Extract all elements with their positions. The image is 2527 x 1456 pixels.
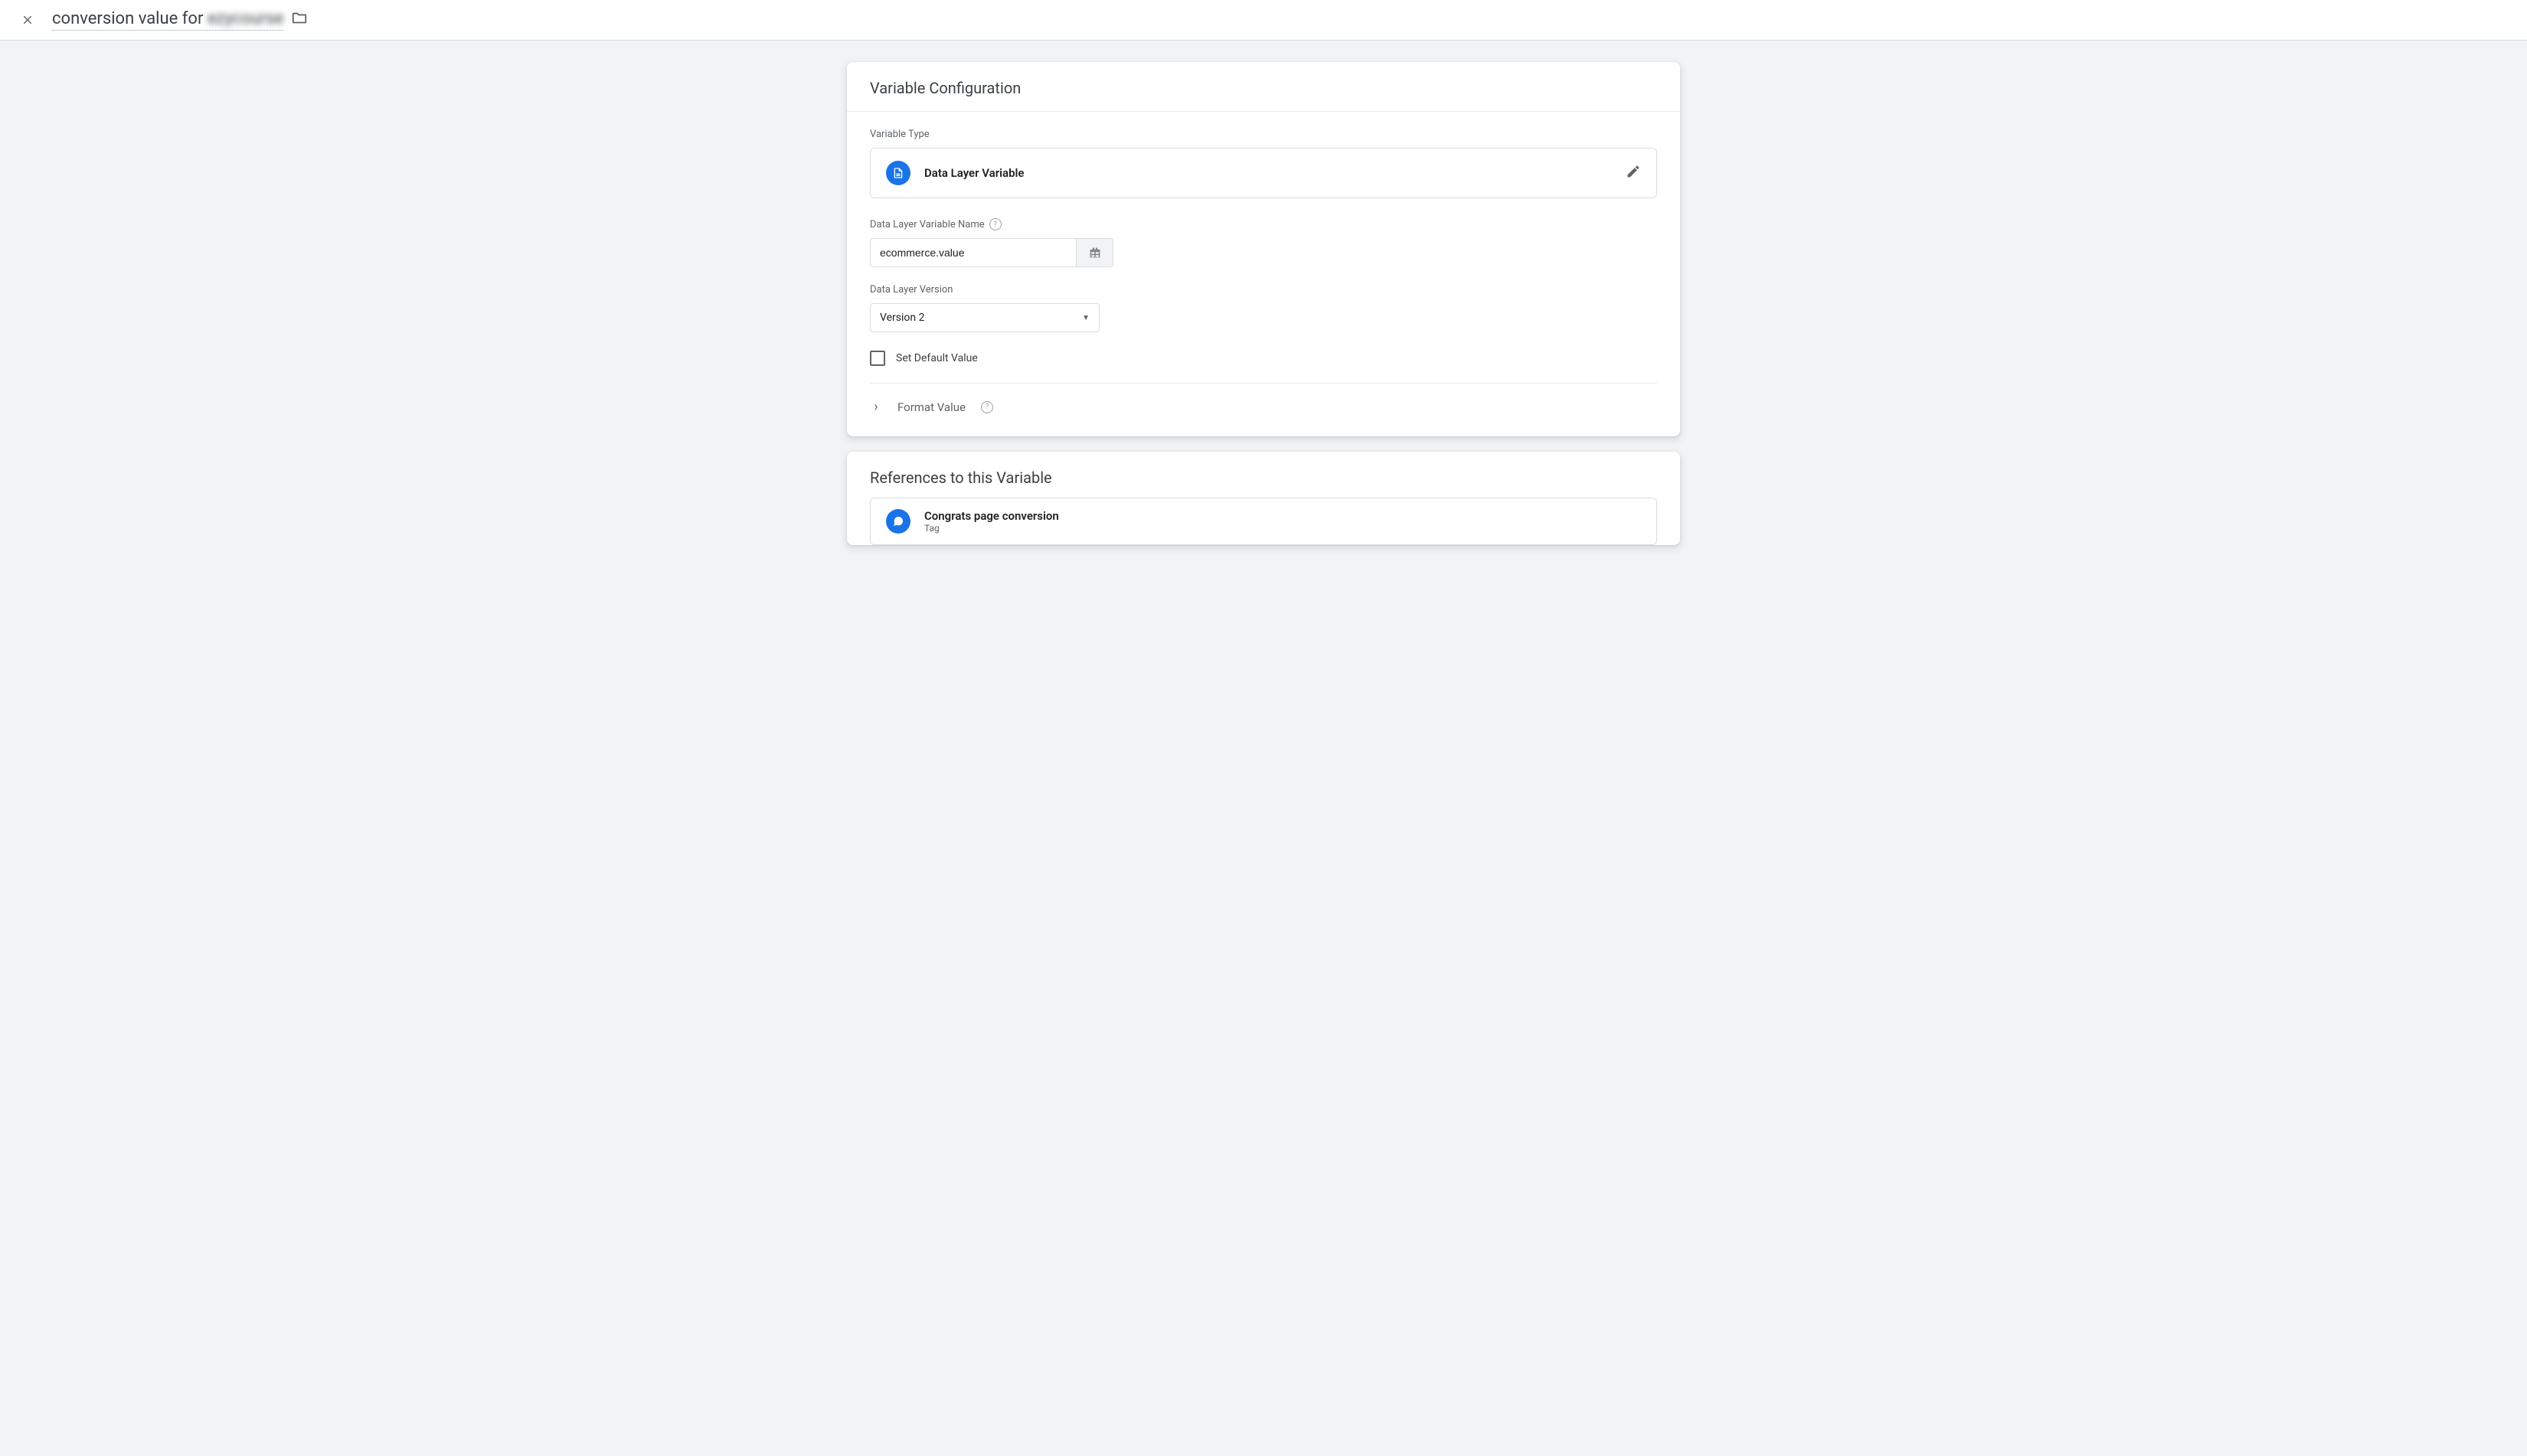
reference-type: Tag	[924, 523, 1059, 534]
config-section-title: Variable Configuration	[847, 62, 1680, 112]
reference-text: Congrats page conversion Tag	[924, 509, 1059, 534]
close-icon	[21, 13, 34, 27]
data-layer-icon	[886, 161, 910, 185]
help-icon[interactable]: ?	[989, 218, 1002, 230]
reference-item[interactable]: Congrats page conversion Tag	[870, 498, 1657, 545]
default-value-checkbox[interactable]	[870, 351, 885, 366]
version-label: Data Layer Version	[870, 284, 1657, 295]
insert-variable-button[interactable]	[1077, 238, 1113, 267]
main-content: Variable Configuration Variable Type Dat…	[835, 62, 1692, 545]
pencil-icon	[1626, 164, 1641, 179]
config-body: Variable Type Data Layer Variable Data L…	[847, 112, 1680, 436]
tag-icon	[886, 509, 910, 534]
title-prefix: conversion value for	[52, 9, 208, 28]
page-header: conversion value for ezycourse	[0, 0, 2527, 41]
variable-name-label: Data Layer Variable Name ?	[870, 218, 1657, 230]
help-icon[interactable]: ?	[981, 401, 993, 413]
references-card: References to this Variable Congrats pag…	[847, 452, 1680, 545]
folder-button[interactable]	[291, 10, 308, 30]
folder-icon	[291, 10, 308, 27]
references-title: References to this Variable	[847, 452, 1680, 498]
close-button[interactable]	[18, 11, 37, 29]
title-blurred: ezycourse	[208, 9, 284, 28]
config-card: Variable Configuration Variable Type Dat…	[847, 62, 1680, 436]
variable-name-input[interactable]	[870, 238, 1077, 267]
edit-type-button[interactable]	[1626, 164, 1641, 182]
format-value-label: Format Value	[897, 400, 966, 414]
chevron-down-icon: ▼	[1082, 314, 1090, 322]
default-value-label: Set Default Value	[896, 352, 978, 364]
variable-type-selector[interactable]: Data Layer Variable	[870, 148, 1657, 198]
chevron-right-icon: ›	[870, 399, 882, 415]
variable-title[interactable]: conversion value for ezycourse	[52, 9, 283, 31]
title-wrap: conversion value for ezycourse	[52, 9, 308, 31]
variable-type-name: Data Layer Variable	[924, 166, 1612, 180]
variable-name-row	[870, 238, 1657, 267]
version-value: Version 2	[880, 312, 924, 324]
version-select[interactable]: Version 2 ▼	[870, 303, 1100, 332]
brick-icon	[1087, 246, 1103, 259]
variable-type-label: Variable Type	[870, 129, 1657, 140]
variable-name-label-text: Data Layer Variable Name	[870, 219, 985, 230]
format-value-toggle[interactable]: › Format Value ?	[870, 384, 1657, 430]
reference-name: Congrats page conversion	[924, 509, 1059, 523]
default-value-row: Set Default Value	[870, 351, 1657, 384]
